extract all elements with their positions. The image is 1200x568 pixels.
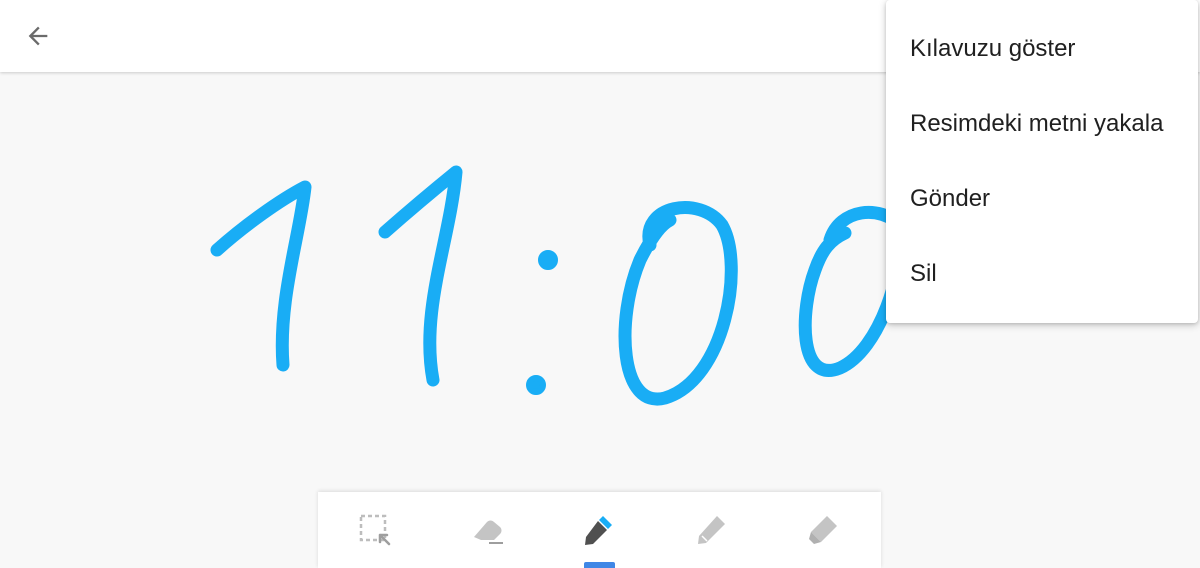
menu-item-label: Resimdeki metni yakala [910,109,1164,137]
selection-icon [359,514,391,546]
drawing-toolbar [318,492,881,568]
arrow-left-icon [28,26,48,46]
eraser-tool-button[interactable] [459,508,515,552]
menu-item-label: Gönder [910,184,991,212]
overflow-menu: Kılavuzu göster Resimdeki metni yakala G… [886,0,1198,323]
menu-item-capture-text[interactable]: Resimdeki metni yakala [886,86,1198,161]
menu-item-show-guide[interactable]: Kılavuzu göster [886,11,1198,86]
selection-tool-button[interactable] [347,508,403,552]
menu-item-send[interactable]: Gönder [886,161,1198,236]
marker-tool-button[interactable] [795,508,851,552]
ink-stroke-digit-0a [618,201,738,406]
ink-stroke-digit-1a [210,180,312,372]
pencil-icon [698,516,725,544]
marker-icon [809,516,837,544]
menu-item-label: Sil [910,259,937,287]
app-window: Kılavuzu göster Resimdeki metni yakala G… [0,0,1200,568]
eraser-icon [474,520,503,544]
menu-item-label: Kılavuzu göster [910,34,1076,62]
back-button[interactable] [14,12,62,60]
active-tool-indicator [584,562,615,568]
pencil-tool-button[interactable] [683,508,739,552]
ink-dot-lower [526,375,546,395]
ink-stroke-digit-1b [378,165,463,387]
pen-icon [585,516,612,545]
ink-dot-upper [538,250,558,270]
menu-item-delete[interactable]: Sil [886,236,1198,311]
pen-tool-button[interactable] [571,508,627,552]
